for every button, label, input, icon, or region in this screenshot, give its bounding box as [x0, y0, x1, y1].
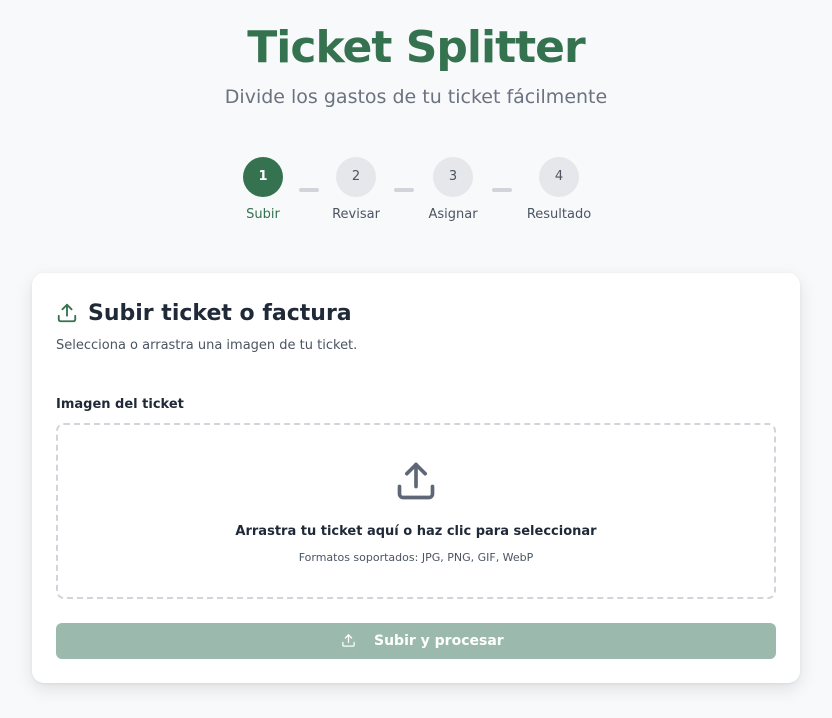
upload-icon: [342, 634, 355, 647]
upload-icon: [57, 303, 77, 323]
supported-formats-hint: Formatos soportados: JPG, PNG, GIF, WebP: [298, 551, 534, 564]
step-connector: [394, 188, 414, 192]
submit-button-label: Subir y procesar: [374, 633, 504, 649]
step-1-label: Subir: [246, 207, 280, 222]
ticket-dropzone[interactable]: Arrastra tu ticket aquí o haz clic para …: [56, 423, 776, 599]
step-3-label: Asignar: [428, 207, 478, 222]
step-4-indicator: 4: [539, 157, 579, 197]
step-2-indicator: 2: [336, 157, 376, 197]
step-2-label: Revisar: [332, 207, 380, 222]
dropzone-instructions: Arrastra tu ticket aquí o haz clic para …: [235, 524, 597, 539]
upload-icon: [397, 462, 435, 500]
step-4-label: Resultado: [526, 207, 592, 222]
step-connector: [299, 188, 319, 192]
step-1-indicator: 1: [243, 157, 283, 197]
ticket-image-label: Imagen del ticket: [56, 397, 184, 412]
upload-card: Subir ticket o factura Selecciona o arra…: [32, 273, 800, 683]
step-connector: [492, 188, 512, 192]
progress-stepper: 1 Subir 2 Revisar 3 Asignar 4 Resultado: [0, 0, 832, 240]
step-3-indicator: 3: [433, 157, 473, 197]
card-description: Selecciona o arrastra una imagen de tu t…: [56, 338, 358, 353]
upload-and-process-button[interactable]: Subir y procesar: [56, 623, 776, 659]
card-title: Subir ticket o factura: [88, 301, 352, 326]
